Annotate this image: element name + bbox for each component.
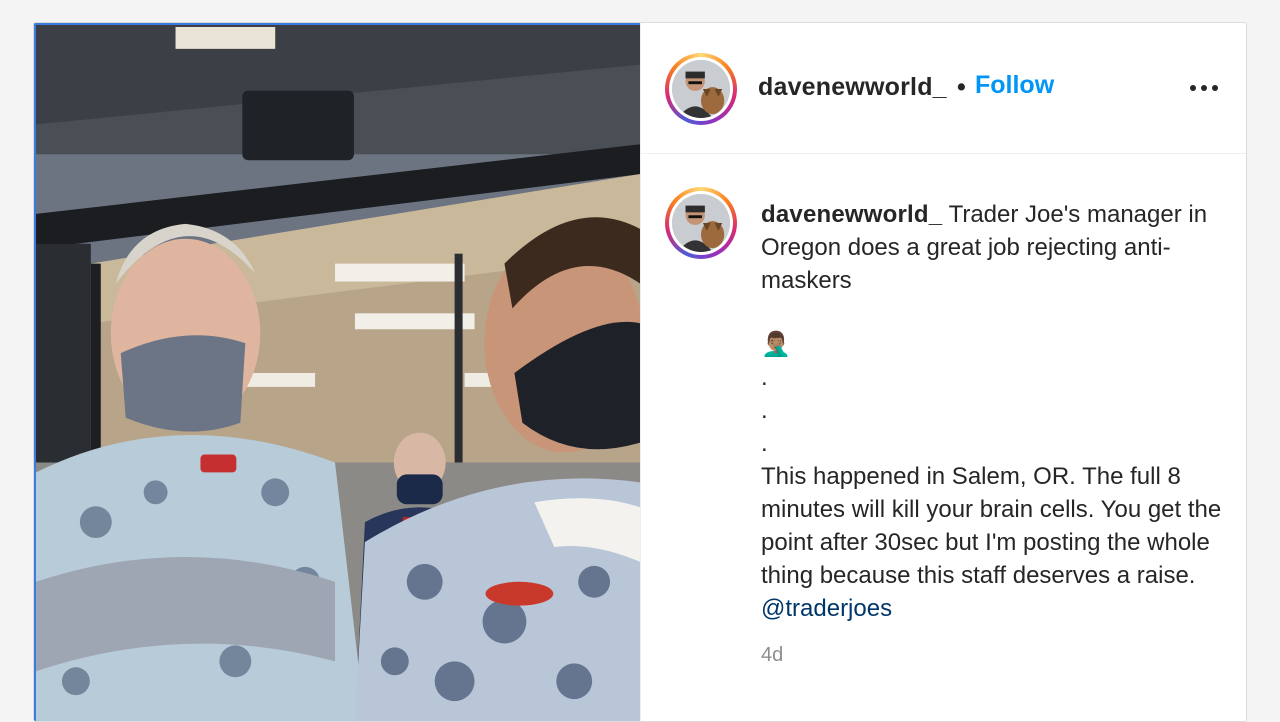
- post-video[interactable]: [34, 23, 640, 721]
- facepalm-emoji: 🤦🏽‍♂️: [761, 331, 791, 358]
- video-frame-image: [36, 25, 640, 721]
- post-modal: davenewworld_ • Follow davenewworld_ Tra…: [33, 22, 1247, 722]
- more-options-icon[interactable]: [1190, 85, 1218, 91]
- caption-body-text: This happened in Salem, OR. The full 8 m…: [761, 463, 1222, 589]
- mention-link[interactable]: @traderjoes: [761, 595, 892, 622]
- post-caption: davenewworld_ Trader Joe's manager in Or…: [761, 198, 1231, 625]
- separator-dot: •: [957, 73, 966, 101]
- caption-author-avatar[interactable]: [665, 187, 737, 259]
- post-header: davenewworld_ • Follow: [641, 23, 1246, 154]
- avatar-photo-icon: [672, 60, 730, 118]
- author-avatar[interactable]: [665, 53, 737, 125]
- avatar-photo-icon: [672, 194, 730, 252]
- follow-button[interactable]: Follow: [975, 71, 1054, 100]
- post-side-panel: davenewworld_ • Follow davenewworld_ Tra…: [640, 23, 1246, 721]
- caption-dot: .: [761, 430, 768, 457]
- caption-dot: .: [761, 397, 768, 424]
- caption-username[interactable]: davenewworld_: [761, 201, 942, 228]
- post-timestamp[interactable]: 4d: [761, 644, 783, 667]
- caption-dot: .: [761, 364, 768, 391]
- author-username[interactable]: davenewworld_: [758, 73, 947, 102]
